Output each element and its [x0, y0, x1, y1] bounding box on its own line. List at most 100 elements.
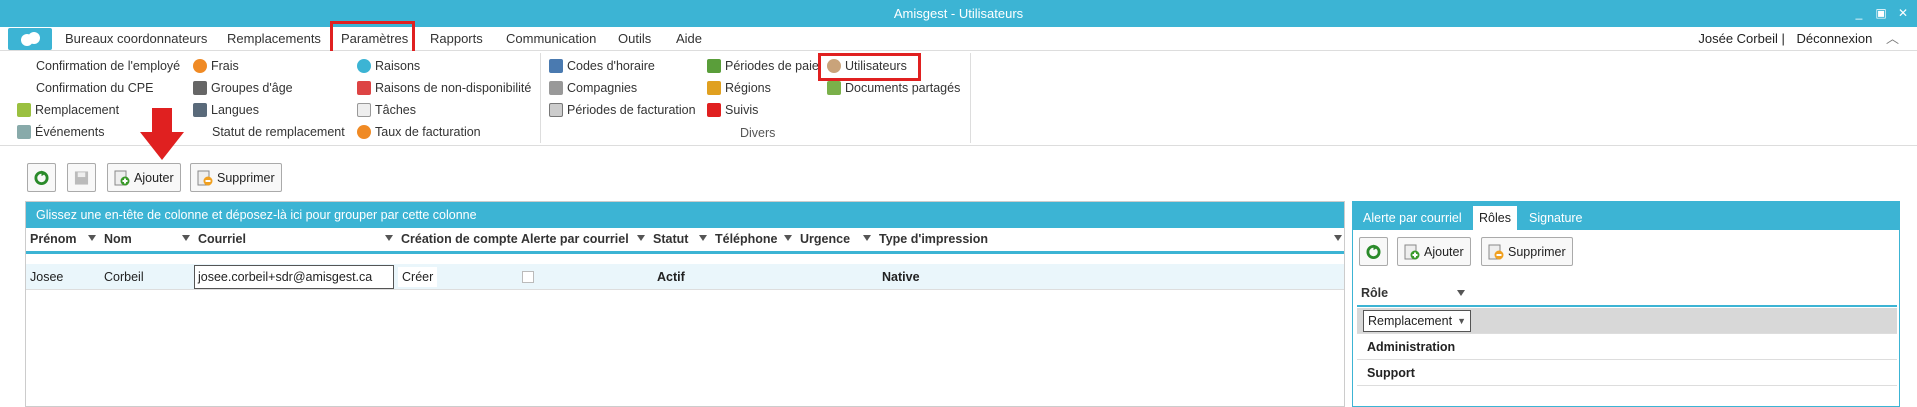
filter-icon[interactable]	[699, 235, 707, 241]
ribbon-groupes-age[interactable]: Groupes d'âge	[193, 79, 293, 97]
ribbon-taches[interactable]: Tâches	[357, 101, 416, 119]
document-icon	[827, 81, 841, 95]
filter-icon[interactable]	[1457, 290, 1465, 296]
add-icon	[114, 170, 130, 185]
tasks-icon	[357, 103, 371, 117]
create-account-button[interactable]: Créer	[398, 267, 438, 287]
list-item[interactable]: Support	[1357, 360, 1897, 386]
menu-outils[interactable]: Outils	[618, 27, 651, 51]
cell-nom: Corbeil	[104, 270, 144, 284]
cell-type-impression: Native	[882, 270, 920, 284]
ribbon-suivis[interactable]: Suivis	[707, 101, 758, 119]
filter-icon[interactable]	[88, 235, 96, 241]
user-name: Josée Corbeil |	[1698, 31, 1785, 46]
close-icon[interactable]: ✕	[1897, 0, 1909, 27]
table-row[interactable]: Josee Corbeil josee.corbeil+sdr@amisgest…	[26, 264, 1344, 290]
ribbon-raisons-non-dispo[interactable]: Raisons de non-disponibilité	[357, 79, 531, 97]
group-by-area[interactable]: Glissez une en-tête de colonne et dépose…	[26, 202, 1344, 228]
email-field[interactable]: josee.corbeil+sdr@amisgest.ca	[194, 265, 394, 289]
delete-icon	[1488, 244, 1504, 259]
tab-alerte-courriel[interactable]: Alerte par courriel	[1357, 206, 1468, 230]
save-icon	[74, 170, 89, 185]
col-urgence[interactable]: Urgence	[800, 230, 850, 248]
cell-statut: Actif	[657, 270, 685, 284]
filter-icon[interactable]	[1334, 235, 1342, 241]
col-creation-compte[interactable]: Création de compte	[401, 230, 518, 248]
col-type-impression[interactable]: Type d'impression	[879, 230, 988, 248]
ribbon-codes-horaire[interactable]: Codes d'horaire	[549, 57, 655, 75]
ribbon-separator	[540, 53, 541, 143]
menu-bar: Bureaux coordonnateurs Remplacements Par…	[0, 27, 1917, 51]
user-area: Josée Corbeil | Déconnexion ︿	[1698, 27, 1899, 51]
schedule-icon	[549, 59, 563, 73]
col-alerte-courriel[interactable]: Alerte par courriel	[521, 230, 629, 248]
ribbon-frais[interactable]: Frais	[193, 57, 239, 75]
title-bar: Amisgest - Utilisateurs _ ▣ ✕	[0, 0, 1917, 27]
invoice-icon	[549, 103, 563, 117]
logout-link[interactable]: Déconnexion	[1796, 31, 1872, 46]
tab-roles[interactable]: Rôles	[1473, 206, 1517, 230]
filter-icon[interactable]	[637, 235, 645, 241]
col-role[interactable]: Rôle	[1361, 286, 1388, 300]
ribbon-raisons[interactable]: Raisons	[357, 57, 420, 75]
email-alert-checkbox[interactable]	[522, 271, 534, 283]
ribbon-statut-remplacement[interactable]: Statut de remplacement	[212, 123, 345, 141]
chart-icon	[707, 81, 721, 95]
calendar-icon	[357, 81, 371, 95]
cell-prenom: Josee	[30, 270, 64, 284]
ribbon-group-label: Divers	[740, 126, 776, 140]
refresh-icon	[1366, 244, 1381, 259]
maximize-icon[interactable]: ▣	[1875, 0, 1887, 27]
menu-remplacements[interactable]: Remplacements	[227, 27, 321, 51]
delete-icon	[197, 170, 213, 185]
ribbon-taux-facturation[interactable]: Taux de facturation	[357, 123, 481, 141]
add-icon	[1404, 244, 1420, 259]
filter-icon[interactable]	[385, 235, 393, 241]
menu-communication[interactable]: Communication	[506, 27, 596, 51]
col-statut[interactable]: Statut	[653, 230, 688, 248]
col-courriel[interactable]: Courriel	[198, 230, 246, 248]
ribbon-compagnies[interactable]: Compagnies	[549, 79, 637, 97]
ribbon-separator	[970, 53, 971, 143]
minimize-icon[interactable]: _	[1853, 0, 1865, 27]
filter-icon[interactable]	[784, 235, 792, 241]
roles-refresh-button[interactable]	[1359, 237, 1388, 266]
refresh-button[interactable]	[27, 163, 56, 192]
ribbon-langues[interactable]: Langues	[193, 101, 259, 119]
app-logo-tab[interactable]	[8, 28, 52, 50]
ribbon-evenements[interactable]: Événements	[17, 123, 104, 141]
header-rule	[1357, 305, 1897, 307]
col-nom[interactable]: Nom	[104, 230, 132, 248]
menu-aide[interactable]: Aide	[676, 27, 702, 51]
role-select[interactable]: Remplacement ▼	[1363, 310, 1471, 332]
panel-tabs: Alerte par courriel Rôles Signature	[1353, 202, 1899, 230]
collapse-ribbon-icon[interactable]: ︿	[1886, 31, 1899, 46]
building-icon	[549, 81, 563, 95]
tab-signature[interactable]: Signature	[1523, 206, 1589, 230]
roles-add-button[interactable]: Ajouter	[1397, 237, 1471, 266]
menu-bureaux[interactable]: Bureaux coordonnateurs	[65, 27, 207, 51]
ribbon-periodes-paie[interactable]: Périodes de paie	[707, 57, 819, 75]
events-icon	[17, 125, 31, 139]
info-icon	[357, 59, 371, 73]
list-item[interactable]: Remplacement ▼	[1357, 308, 1897, 334]
ribbon-confirmation-cpe[interactable]: Confirmation du CPE	[36, 79, 153, 97]
col-telephone[interactable]: Téléphone	[715, 230, 778, 248]
window-controls: _ ▣ ✕	[1853, 0, 1909, 27]
ribbon-documents-partages[interactable]: Documents partagés	[827, 79, 960, 97]
logo-icon	[21, 32, 40, 46]
ribbon-regions[interactable]: Régions	[707, 79, 771, 97]
add-button[interactable]: Ajouter	[107, 163, 181, 192]
ribbon-confirmation-employe[interactable]: Confirmation de l'employé	[36, 57, 180, 75]
menu-rapports[interactable]: Rapports	[430, 27, 483, 51]
col-prenom[interactable]: Prénom	[30, 230, 77, 248]
ribbon-periodes-facturation[interactable]: Périodes de facturation	[549, 101, 696, 119]
roles-panel: Alerte par courriel Rôles Signature Ajou…	[1352, 201, 1900, 407]
delete-button[interactable]: Supprimer	[190, 163, 282, 192]
roles-delete-button[interactable]: Supprimer	[1481, 237, 1573, 266]
filter-icon[interactable]	[863, 235, 871, 241]
ribbon-remplacement[interactable]: Remplacement	[17, 101, 119, 119]
save-button[interactable]	[67, 163, 96, 192]
filter-icon[interactable]	[182, 235, 190, 241]
list-item[interactable]: Administration	[1357, 334, 1897, 360]
